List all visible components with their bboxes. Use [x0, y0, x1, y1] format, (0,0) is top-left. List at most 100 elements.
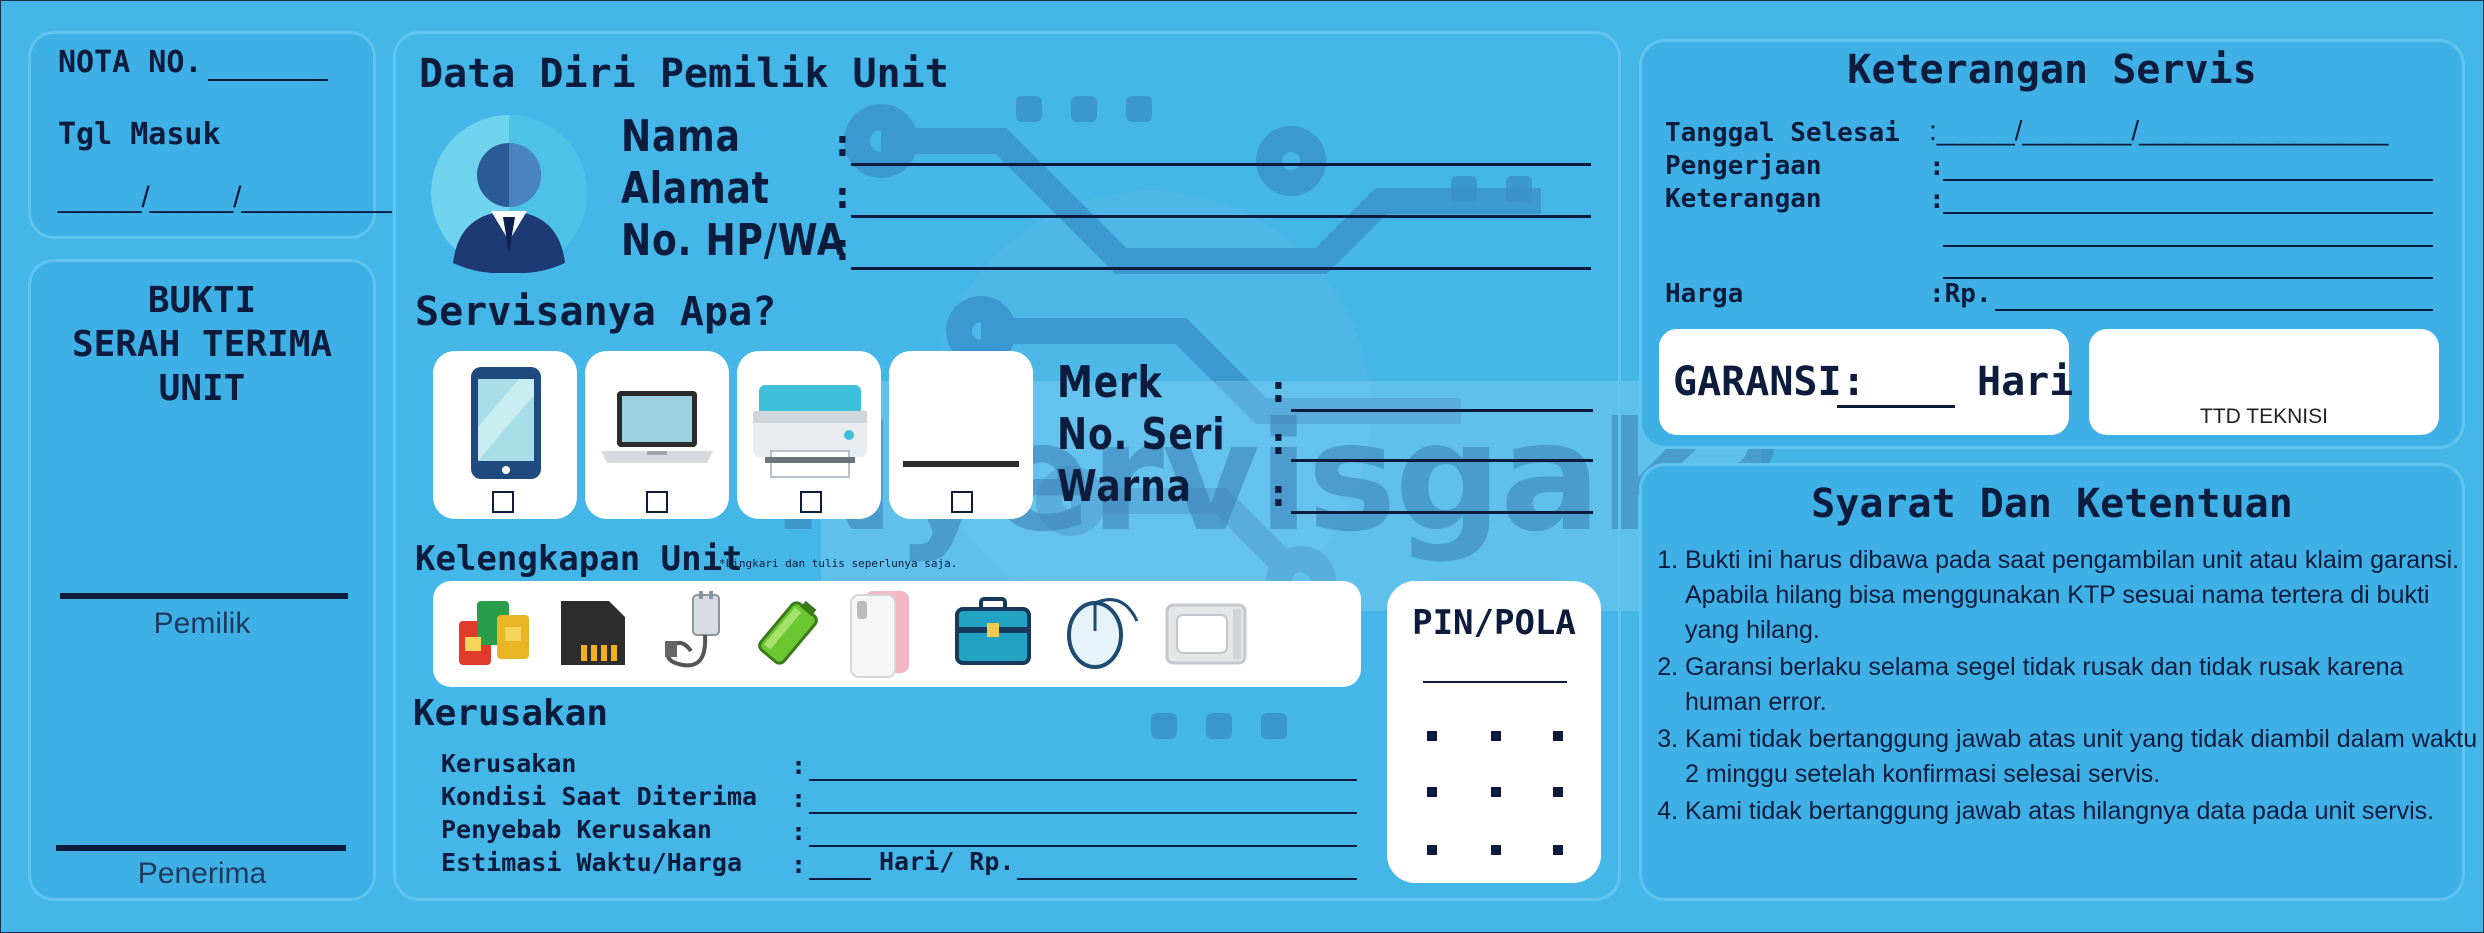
service-card-other[interactable] — [889, 351, 1033, 519]
pengerjaan-label: Pengerjaan — [1665, 151, 1822, 181]
penyebab-label: Penyebab Kerusakan — [441, 815, 712, 844]
sim-card-icon[interactable] — [457, 597, 531, 669]
receiver-signature-label: Penerima — [137, 857, 267, 890]
service-receipt-form: Nyervisgak? NOTA NO. Tgl Masuk _____/___… — [0, 0, 2484, 933]
keterangan-field-extra[interactable] — [1943, 245, 2433, 247]
terms-item: Kami tidak bertanggung jawab atas unit y… — [1685, 722, 2483, 792]
colon: : — [791, 817, 807, 846]
merk-label: Merk — [1057, 357, 1163, 408]
colon: : — [791, 784, 807, 813]
tgl-masuk-field[interactable]: _____/_____/_________ — [58, 181, 392, 215]
other-checkbox[interactable] — [951, 491, 973, 513]
nama-field[interactable] — [851, 163, 1591, 166]
nota-panel: NOTA NO. Tgl Masuk _____/_____/_________ — [28, 31, 392, 239]
phone-case-icon[interactable] — [845, 587, 915, 679]
no-seri-label: No. Seri — [1057, 409, 1226, 460]
pattern-dot[interactable] — [1427, 731, 1437, 741]
terms-title: Syarat Dan Ketentuan — [1811, 481, 2293, 527]
owner-signature-line[interactable] — [60, 593, 348, 599]
smartphone-icon — [471, 367, 541, 479]
laptop-icon — [601, 391, 713, 463]
accessories-title: Kelengkapan Unit — [415, 539, 743, 579]
estimasi-hari-field[interactable] — [809, 878, 871, 880]
bukti-title-line: UNIT — [158, 368, 246, 409]
pattern-dot[interactable] — [1427, 845, 1437, 855]
receiver-signature-line[interactable] — [56, 845, 346, 851]
pengerjaan-field[interactable] — [1943, 179, 2433, 181]
kerusakan-field[interactable] — [809, 779, 1357, 781]
no-seri-field[interactable] — [1291, 459, 1593, 462]
damage-field-labels: Kerusakan Kondisi Saat Diterima Penyebab… — [441, 747, 757, 879]
colon: : — [831, 121, 854, 165]
no-hp-field[interactable] — [851, 267, 1591, 270]
keterangan-field-extra[interactable] — [1943, 277, 2433, 279]
warna-field[interactable] — [1291, 511, 1593, 514]
pin-field[interactable] — [1423, 681, 1567, 683]
owner-colons: : : : — [831, 117, 854, 273]
technician-signature-card[interactable]: TTD TEKNISI — [2089, 329, 2439, 435]
service-card-smartphone[interactable] — [433, 351, 577, 519]
keterangan-label: Keterangan — [1665, 184, 1822, 214]
no-hp-label: No. HP/WA — [621, 215, 846, 266]
memory-card-icon[interactable] — [557, 597, 629, 669]
accessories-note: *Lingkari dan tulis seperlunya saja. — [719, 557, 958, 570]
pattern-dot[interactable] — [1553, 787, 1563, 797]
battery-icon[interactable] — [753, 595, 823, 671]
mouse-icon[interactable] — [1063, 591, 1143, 675]
harga-field[interactable] — [1995, 309, 2433, 311]
accessories-card — [433, 581, 1361, 687]
alamat-field[interactable] — [851, 215, 1591, 218]
owner-field-labels: Nama Alamat No. HP/WA — [621, 111, 846, 267]
pin-pattern-card: PIN/POLA — [1387, 581, 1601, 883]
technician-signature-label: TTD TEKNISI — [2200, 405, 2328, 428]
garansi-card: GARANSI: Hari — [1659, 329, 2073, 435]
colon: : — [1267, 419, 1290, 463]
bukti-panel: BUKTI SERAH TERIMA UNIT Pemilik Penerima — [28, 259, 376, 901]
pin-title: PIN/POLA — [1412, 603, 1576, 643]
pattern-dot[interactable] — [1553, 731, 1563, 741]
damage-colons: : : : : — [791, 749, 806, 881]
colon: : — [831, 173, 854, 217]
device-spec-labels: Merk No. Seri Warna — [1057, 357, 1225, 513]
charger-icon[interactable] — [657, 591, 733, 675]
pattern-dot[interactable] — [1427, 787, 1437, 797]
estimasi-mid-label: Hari/ Rp. — [879, 847, 1015, 876]
merk-field[interactable] — [1291, 409, 1593, 412]
nota-label: NOTA NO. — [58, 45, 203, 80]
colon: : — [791, 850, 807, 879]
colon: : — [1267, 471, 1290, 515]
alamat-label: Alamat — [621, 163, 770, 214]
colon: : — [831, 225, 854, 269]
sim-tray-icon[interactable] — [1165, 601, 1247, 667]
pattern-dot[interactable] — [1491, 787, 1501, 797]
other-device-blank[interactable] — [903, 461, 1019, 467]
keterangan-field-labels: Tanggal Selesai Pengerjaan Keterangan — [1665, 117, 1900, 216]
service-card-laptop[interactable] — [585, 351, 729, 519]
pattern-dot[interactable] — [1491, 845, 1501, 855]
nota-number-field[interactable] — [208, 79, 328, 81]
laptop-checkbox[interactable] — [646, 491, 668, 513]
owner-section-title: Data Diri Pemilik Unit — [419, 51, 949, 97]
pattern-dot[interactable] — [1553, 845, 1563, 855]
service-card-printer[interactable] — [737, 351, 881, 519]
keterangan-field[interactable] — [1943, 212, 2433, 214]
warna-label: Warna — [1057, 461, 1192, 512]
estimasi-harga-field[interactable] — [1017, 878, 1357, 880]
bag-icon[interactable] — [953, 597, 1033, 667]
tgl-masuk-label: Tgl Masuk — [58, 117, 221, 152]
keterangan-panel: Keterangan Servis Tanggal Selesai Penger… — [1639, 39, 2465, 449]
terms-item: Garansi berlaku selama segel tidak rusak… — [1685, 650, 2483, 720]
printer-checkbox[interactable] — [800, 491, 822, 513]
damage-title: Kerusakan — [413, 693, 609, 734]
colon: : — [1267, 367, 1290, 411]
tanggal-selesai-field[interactable]: :_____/_______/________________ — [1929, 115, 2388, 147]
pattern-dot[interactable] — [1491, 731, 1501, 741]
garansi-label: GARANSI: — [1673, 359, 1866, 405]
smartphone-checkbox[interactable] — [492, 491, 514, 513]
printer-icon — [753, 385, 867, 478]
kondisi-field[interactable] — [809, 812, 1357, 814]
service-section-title: Servisanya Apa? — [415, 289, 777, 335]
garansi-days-field[interactable] — [1837, 405, 1955, 408]
avatar-icon — [431, 115, 587, 273]
terms-panel: Syarat Dan Ketentuan Bukti ini harus dib… — [1639, 463, 2477, 901]
